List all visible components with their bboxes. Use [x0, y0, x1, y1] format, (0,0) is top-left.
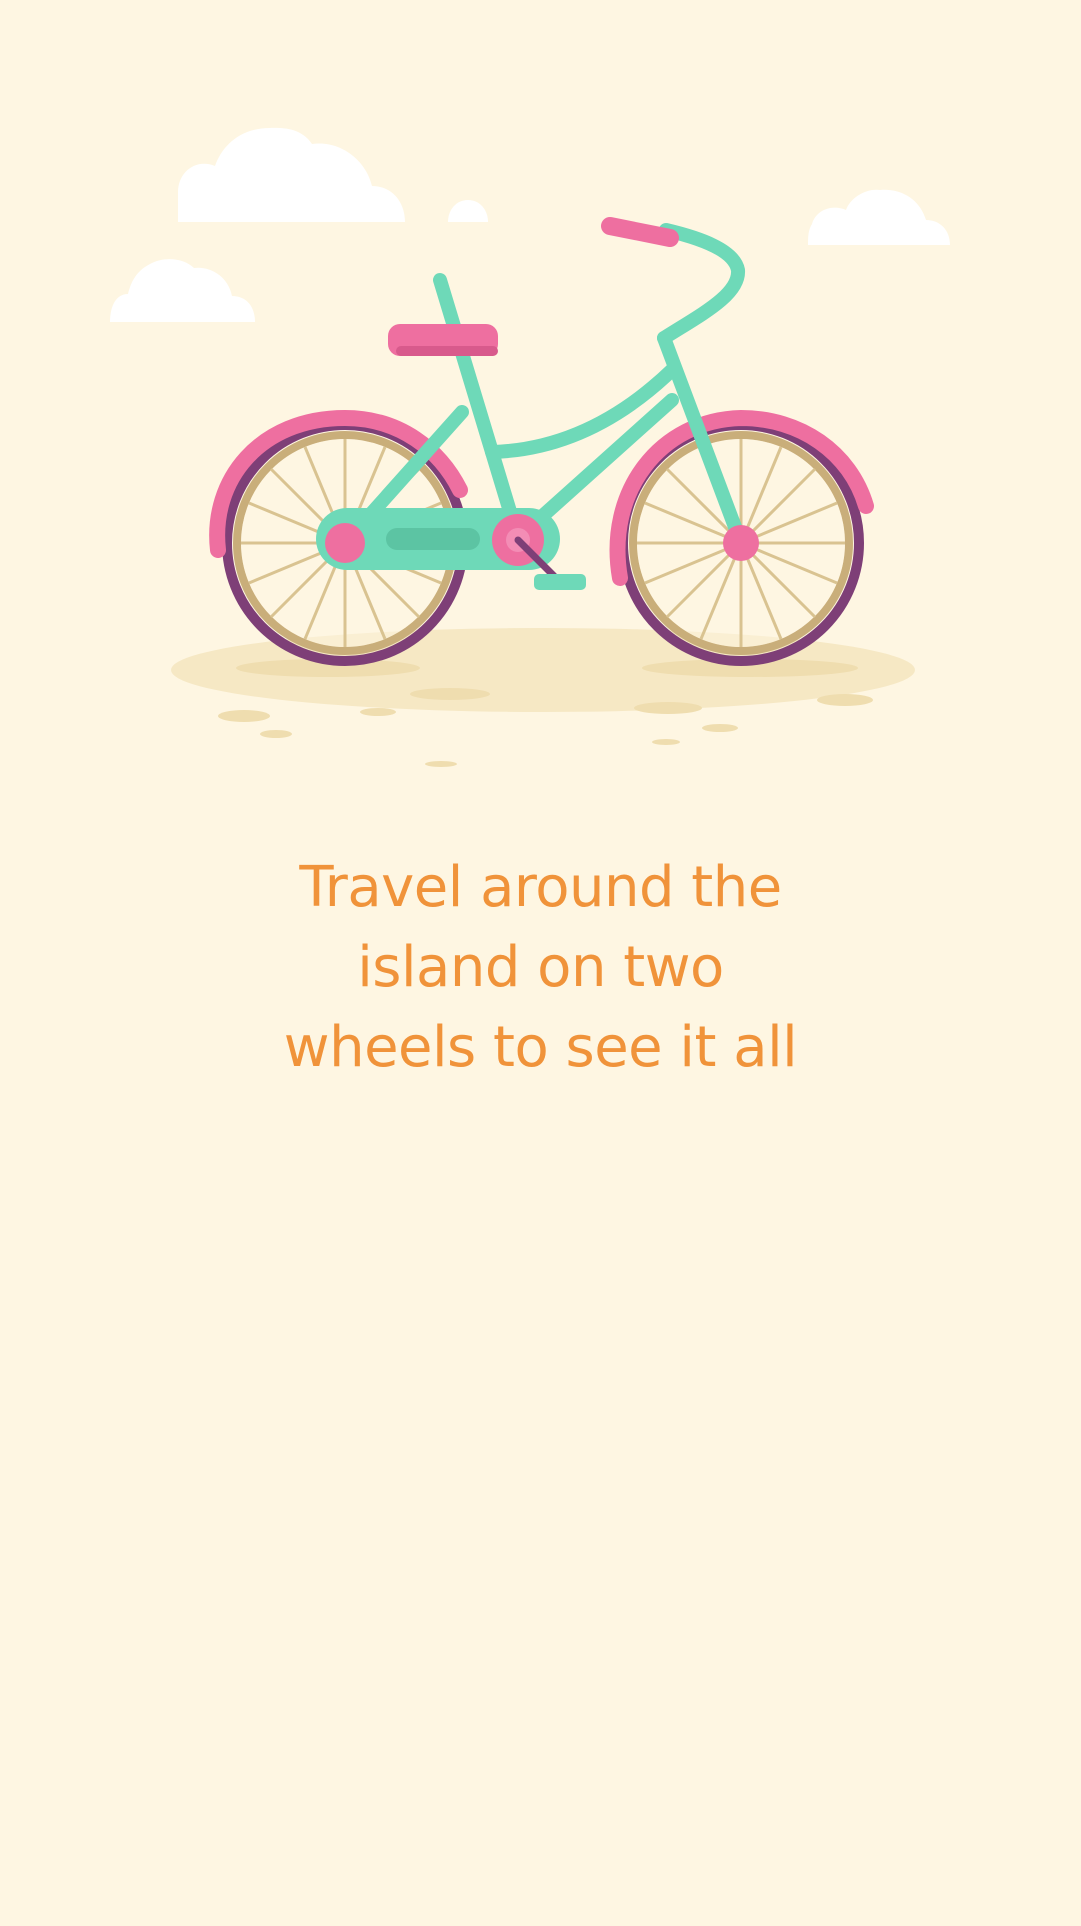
cloud-icon — [808, 189, 950, 245]
front-hub — [723, 525, 759, 561]
cloud-icon — [448, 200, 488, 222]
cloud-icon — [110, 259, 255, 322]
caption-line-3: wheels to see it all — [283, 1015, 798, 1080]
bicycle-illustration — [0, 100, 1081, 780]
saddle — [388, 324, 498, 356]
caption-line-2: island on two — [357, 935, 724, 1000]
caption-line-1: Travel around the — [299, 855, 782, 920]
onboarding-caption: Travel around the island on two wheels t… — [200, 848, 881, 1088]
onboarding-screen: Travel around the island on two wheels t… — [0, 0, 1081, 1926]
cloud-icon — [178, 127, 405, 222]
handlebar-grip — [601, 217, 679, 247]
